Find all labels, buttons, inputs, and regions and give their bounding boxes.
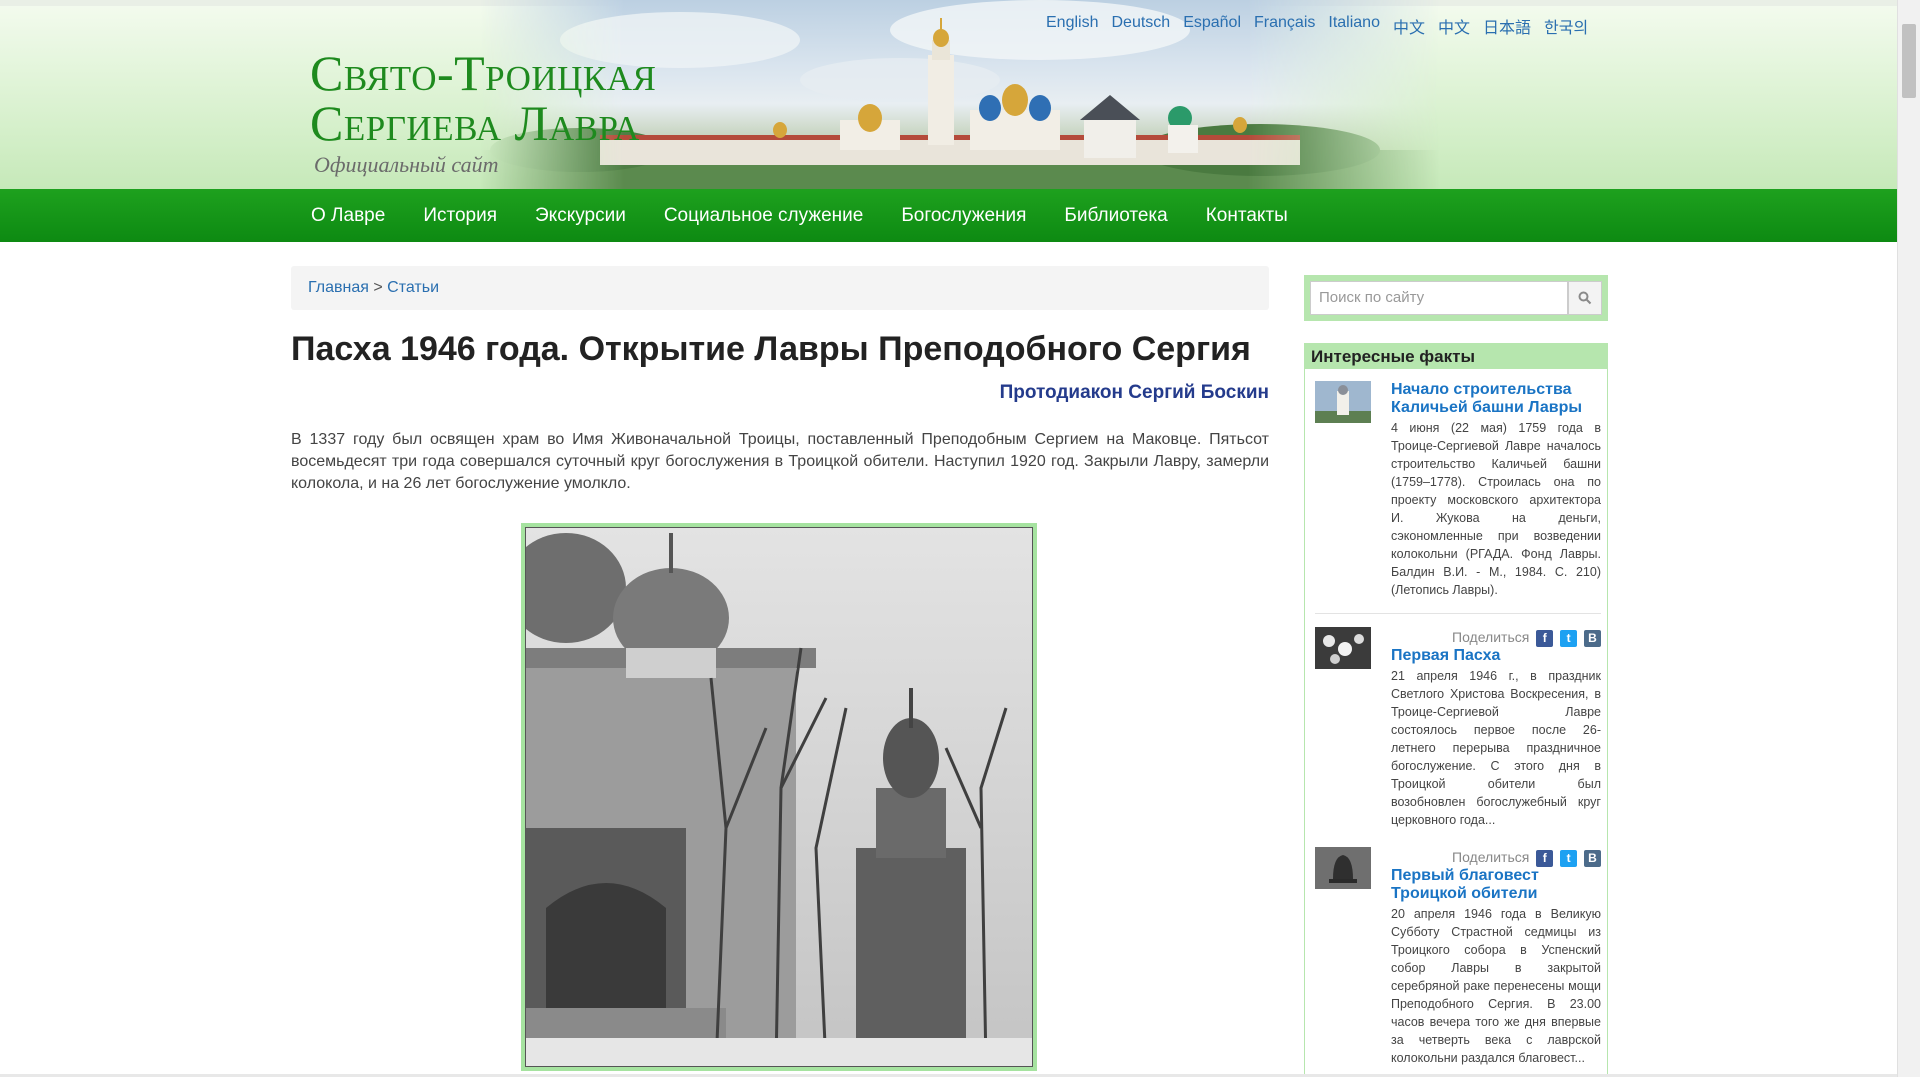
fact-title[interactable]: Первая Пасха (1391, 647, 1601, 665)
lang-chinese-1[interactable]: 中文 (1393, 14, 1425, 38)
breadcrumb-home[interactable]: Главная (308, 279, 369, 296)
easter-thumbnail-illustration (1315, 627, 1371, 669)
nav-item-contacts[interactable]: Контакты (1206, 205, 1288, 227)
fact-text: 4 июня (22 мая) 1759 года в Троице-Серги… (1391, 421, 1601, 597)
logo-subtitle: Официальный сайт (314, 152, 499, 177)
vk-icon[interactable]: B (1584, 849, 1601, 867)
nav-item-library[interactable]: Библиотека (1064, 205, 1167, 227)
search-icon (1578, 291, 1592, 305)
twitter-icon[interactable]: t (1560, 629, 1578, 647)
lang-english[interactable]: English (1046, 14, 1098, 38)
article-photo[interactable] (525, 527, 1033, 1067)
fact-text: 20 апреля 1946 года в Великую Субботу Ст… (1391, 907, 1601, 1065)
article-photo-frame (521, 523, 1037, 1071)
facebook-icon[interactable]: f (1536, 849, 1554, 867)
site-search: Поиск по сайту (1304, 275, 1608, 321)
search-button[interactable] (1568, 281, 1602, 315)
twitter-icon[interactable]: t (1560, 849, 1578, 867)
share-bar: Поделиться f t B (1391, 627, 1601, 647)
search-input[interactable]: Поиск по сайту (1310, 281, 1568, 315)
breadcrumb: Главная > Статьи (291, 266, 1269, 310)
share-bar: Поделиться f t B (1391, 847, 1601, 867)
fact-text: 21 апреля 1946 г., в праздник Светлого Х… (1391, 669, 1601, 827)
language-switcher: English Deutsch Español Français Italian… (1046, 14, 1588, 38)
facts-heading: Интересные факты (1305, 344, 1607, 369)
share-label: Поделиться (1452, 849, 1530, 865)
nav-item-excursions[interactable]: Экскурсии (535, 205, 626, 227)
logo-line-2: Сергиева Лавра (310, 95, 640, 151)
lang-chinese-2[interactable]: 中文 (1438, 14, 1470, 38)
facebook-icon[interactable]: f (1536, 629, 1554, 647)
fact-divider (1315, 613, 1601, 614)
fact-thumbnail[interactable] (1315, 381, 1371, 423)
lang-francais[interactable]: Français (1254, 14, 1315, 38)
logo-line-1: Свято-Троицкая (310, 45, 657, 101)
site-header: Свято-Троицкая Сергиева Лавра Официальны… (0, 0, 1898, 189)
lang-korean[interactable]: 한국의 (1544, 14, 1588, 38)
vk-icon[interactable]: B (1584, 629, 1601, 647)
article-title: Пасха 1946 года. Открытие Лавры Преподоб… (291, 330, 1251, 368)
scrollbar-thumb[interactable] (1902, 24, 1916, 98)
breadcrumb-separator: > (373, 279, 383, 296)
bell-thumbnail-illustration (1315, 847, 1371, 889)
article-author[interactable]: Протодиакон Сергий Боскин (1000, 382, 1269, 404)
vertical-scrollbar[interactable] (1897, 0, 1920, 1077)
nav-item-services[interactable]: Богослужения (901, 205, 1026, 227)
fact-thumbnail[interactable] (1315, 627, 1371, 669)
breadcrumb-articles[interactable]: Статьи (387, 279, 439, 296)
lang-deutsch[interactable]: Deutsch (1111, 14, 1170, 38)
nav-item-social[interactable]: Социальное служение (664, 205, 864, 227)
article-lead: В 1337 году был освящен храм во Имя Живо… (291, 431, 1269, 492)
fact-title[interactable]: Начало строительства Каличьей башни Лавр… (1391, 381, 1601, 417)
fact-thumbnail[interactable] (1315, 847, 1371, 889)
lang-espanol[interactable]: Español (1183, 14, 1241, 38)
archive-photo-illustration (526, 528, 1032, 1066)
site-logo[interactable]: Свято-Троицкая Сергиева Лавра Официальны… (310, 48, 656, 178)
lang-italiano[interactable]: Italiano (1328, 14, 1380, 38)
interesting-facts-panel: Интересные факты Начало строительства Ка… (1304, 343, 1608, 1077)
tower-thumbnail-illustration (1315, 381, 1371, 423)
nav-item-about[interactable]: О Лавре (311, 205, 385, 227)
lang-japanese[interactable]: 日本語 (1483, 14, 1531, 38)
share-label: Поделиться (1452, 629, 1530, 645)
nav-item-history[interactable]: История (423, 205, 497, 227)
main-navigation: О Лавре История Экскурсии Социальное слу… (0, 189, 1898, 242)
fact-title[interactable]: Первый благовест Троицкой обители (1391, 867, 1601, 903)
